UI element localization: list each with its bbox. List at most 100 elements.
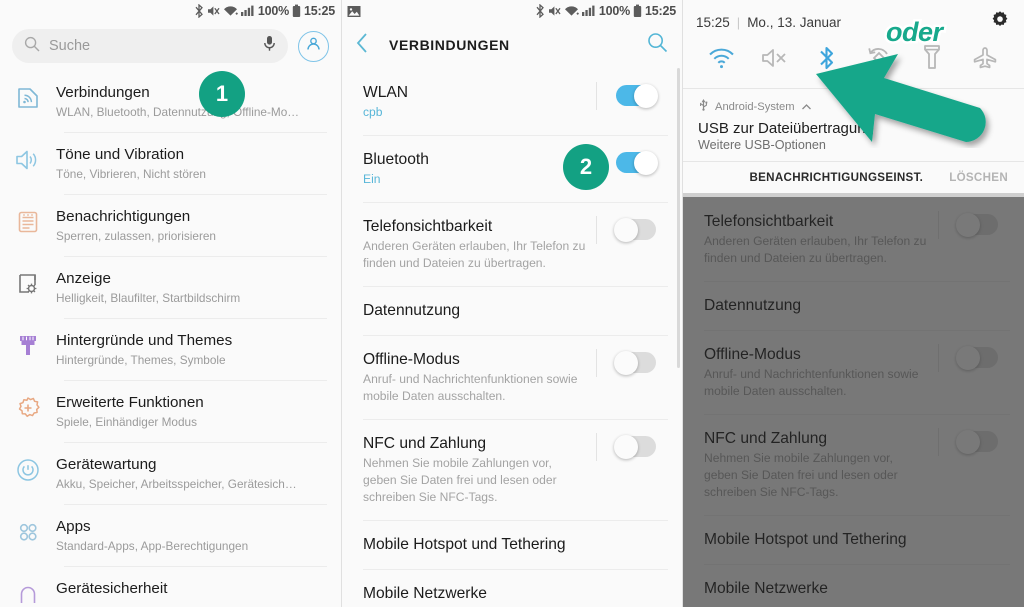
row-title: NFC und Zahlung — [704, 430, 828, 447]
dimmed-background-list: Telefonsichtbarkeit Anderen Geräten erla… — [682, 197, 1024, 607]
settings-item-text: Apps Standard-Apps, App-Berechtigungen — [56, 517, 341, 554]
connection-row-telefonsichtbarkeit-dimmed: Telefonsichtbarkeit Anderen Geräten erla… — [682, 197, 1024, 281]
chevron-up-icon[interactable] — [801, 98, 812, 116]
gear-icon[interactable] — [990, 10, 1010, 35]
airplane-mode-toggle[interactable] — [614, 350, 656, 375]
settings-item-geraetesicherheit[interactable]: Gerätesicherheit — [0, 566, 341, 607]
shade-date: Mo., 13. Januar — [747, 15, 841, 30]
annotation-badge-2: 2 — [563, 144, 609, 190]
row-subtitle: Anderen Geräten erlauben, Ihr Telefon zu… — [704, 234, 927, 265]
back-chevron-icon — [355, 32, 369, 59]
phone-visibility-toggle-dimmed — [956, 212, 998, 237]
battery-icon — [292, 4, 301, 18]
phone-visibility-toggle[interactable] — [614, 217, 656, 242]
settings-item-geraetewartung[interactable]: Gerätewartung Akku, Speicher, Arbeitsspe… — [0, 442, 341, 504]
search-input[interactable]: Suche — [12, 29, 288, 63]
nfc-toggle[interactable] — [614, 434, 656, 459]
page-title: VERBINDUNGEN — [389, 37, 510, 53]
row-control — [932, 344, 1024, 372]
signal-icon — [240, 4, 255, 18]
wifi-icon — [708, 47, 735, 74]
settings-item-hintergruende-und-themes[interactable]: Hintergründe und Themes Hintergründe, Th… — [0, 318, 341, 380]
toggle-knob — [614, 217, 638, 242]
account-icon — [304, 34, 323, 58]
row-control — [932, 529, 1024, 532]
scrollbar[interactable] — [677, 68, 680, 368]
toggle-knob — [614, 350, 638, 375]
search-button[interactable] — [642, 32, 668, 58]
bluetooth-toggle[interactable] — [616, 150, 658, 175]
connections-settings-panel: 100% 15:25 VERBINDUNGEN WLAN cpb Bluetoo… — [341, 0, 682, 607]
mic-icon[interactable] — [263, 35, 276, 57]
toggle-knob — [634, 150, 658, 175]
wlan-toggle[interactable] — [616, 83, 658, 108]
settings-item-toene-und-vibration[interactable]: Töne und Vibration Töne, Vibrieren, Nich… — [0, 132, 341, 194]
row-subtitle: Nehmen Sie mobile Zahlungen vor, geben S… — [363, 456, 557, 504]
settings-item-apps[interactable]: Apps Standard-Apps, App-Berechtigungen — [0, 504, 341, 566]
search-icon — [647, 32, 668, 58]
screenshot-root: 100% 15:25 Suche Verbindungen WLAN, Blue… — [0, 0, 1024, 607]
back-button[interactable] — [355, 32, 389, 59]
connection-row-datennutzung[interactable]: Datennutzung — [341, 286, 682, 335]
row-title: Telefonsichtbarkeit — [704, 213, 834, 230]
row-title: Mobile Netzwerke — [704, 580, 828, 597]
settings-item-benachrichtigungen[interactable]: Benachrichtigungen Sperren, zulassen, pr… — [0, 194, 341, 256]
settings-item-text: Töne und Vibration Töne, Vibrieren, Nich… — [56, 145, 341, 182]
status-bar-left: 100% 15:25 — [0, 0, 341, 22]
settings-item-text: Hintergründe und Themes Hintergründe, Th… — [56, 331, 341, 368]
settings-item-anzeige[interactable]: Anzeige Helligkeit, Blaufilter, Startbil… — [0, 256, 341, 318]
row-text: Telefonsichtbarkeit Anderen Geräten erla… — [363, 216, 590, 272]
screenshot-icon — [347, 5, 361, 18]
connection-row-nfc-und-zahlung[interactable]: NFC und Zahlung Nehmen Sie mobile Zahlun… — [341, 419, 682, 520]
row-text: Mobile Netzwerke — [704, 578, 932, 599]
annotation-oder-label: oder — [884, 15, 946, 50]
connection-row-wlan[interactable]: WLAN cpb — [341, 68, 682, 135]
row-subtitle: Anruf- und Nachrichtenfunktionen sowie m… — [363, 372, 578, 403]
settings-item-title: Erweiterte Funktionen — [56, 394, 204, 411]
connection-row-bluetooth[interactable]: Bluetooth Ein — [341, 135, 682, 202]
shade-handle[interactable] — [682, 193, 1024, 197]
connection-row-mobile-netzwerke[interactable]: Mobile Netzwerke — [341, 569, 682, 607]
row-title: Telefonsichtbarkeit — [363, 218, 493, 235]
settings-item-erweiterte-funktionen[interactable]: Erweiterte Funktionen Spiele, Einhändige… — [0, 380, 341, 442]
bluetooth-icon — [535, 4, 545, 18]
row-text: Datennutzung — [704, 295, 932, 316]
shade-separator: | — [736, 15, 741, 30]
connection-row-datennutzung-dimmed: Datennutzung — [682, 281, 1024, 330]
settings-item-title: Gerätewartung — [56, 456, 157, 473]
settings-item-verbindungen[interactable]: Verbindungen WLAN, Bluetooth, Datennutzu… — [0, 70, 341, 132]
connection-row-offline-modus[interactable]: Offline-Modus Anruf- und Nachrichtenfunk… — [341, 335, 682, 419]
airplane-mode-toggle-dimmed — [956, 345, 998, 370]
settings-item-subtitle: Töne, Vibrieren, Nicht stören — [56, 167, 206, 181]
row-title: Mobile Netzwerke — [363, 585, 487, 602]
battery-icon — [633, 4, 642, 18]
annotation-badge-1: 1 — [199, 71, 245, 117]
status-bar-icons: 100% 15:25 — [535, 4, 676, 18]
quick-setting-mute[interactable] — [755, 44, 793, 76]
mute-icon — [761, 46, 787, 75]
connection-row-telefonsichtbarkeit[interactable]: Telefonsichtbarkeit Anderen Geräten erla… — [341, 202, 682, 286]
account-button[interactable] — [298, 30, 329, 62]
status-bar-icons: 100% 15:25 — [194, 4, 335, 18]
settings-item-text: Anzeige Helligkeit, Blaufilter, Startbil… — [56, 269, 341, 306]
row-subtitle: cpb — [363, 105, 383, 119]
row-title: Mobile Hotspot und Tethering — [363, 536, 566, 553]
notification-settings-button[interactable]: BENACHRICHTIGUNGSEINST. — [749, 171, 923, 184]
nfc-toggle-dimmed — [956, 429, 998, 454]
notification-actions: BENACHRICHTIGUNGSEINST. LÖSCHEN — [682, 161, 1024, 193]
connection-row-mobile-netzwerke-dimmed: Mobile Netzwerke — [682, 564, 1024, 607]
row-control — [590, 82, 682, 110]
row-text: Datennutzung — [363, 300, 590, 321]
row-control — [590, 300, 682, 303]
clear-notifications-button[interactable]: LÖSCHEN — [949, 171, 1008, 184]
connections-list-dimmed: Telefonsichtbarkeit Anderen Geräten erla… — [682, 197, 1024, 607]
quick-setting-wifi[interactable] — [702, 44, 740, 76]
row-text: Offline-Modus Anruf- und Nachrichtenfunk… — [363, 349, 590, 405]
security-icon — [0, 579, 56, 607]
row-text: Telefonsichtbarkeit Anderen Geräten erla… — [704, 211, 932, 267]
connection-row-mobile-hotspot[interactable]: Mobile Hotspot und Tethering — [341, 520, 682, 569]
display-icon — [0, 269, 56, 297]
status-bar-clock: 15:25 — [304, 4, 335, 18]
row-title: WLAN — [363, 84, 409, 101]
row-title: Offline-Modus — [704, 346, 801, 363]
